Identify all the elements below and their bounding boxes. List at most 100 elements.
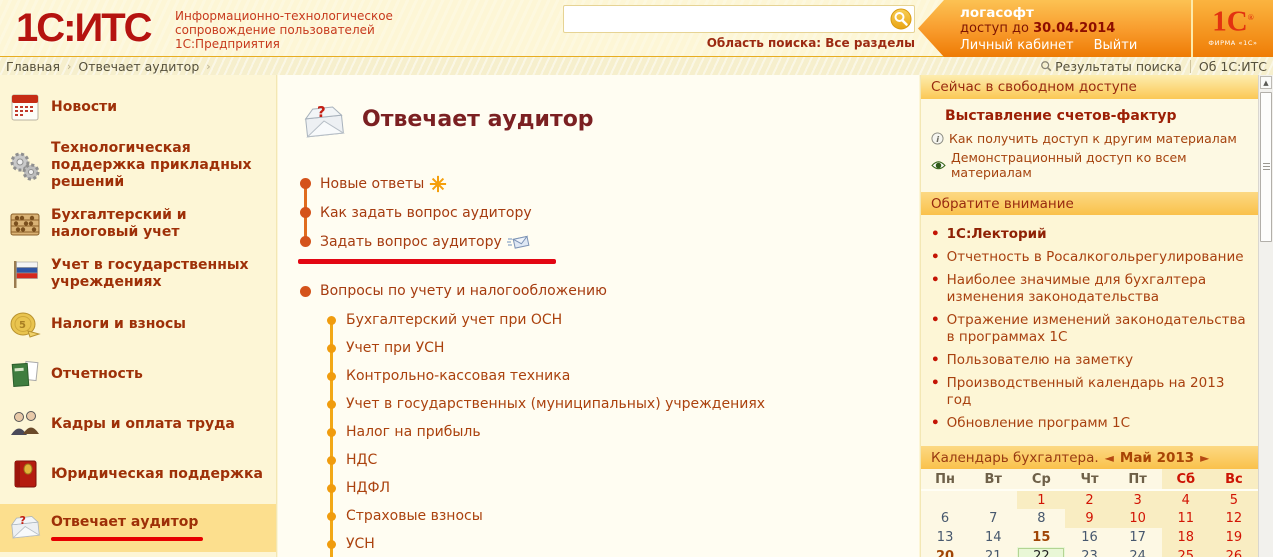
how-to-get-access-link[interactable]: i Как получить доступ к другим материала… (931, 131, 1248, 146)
calendar-day[interactable]: 18 (1161, 528, 1210, 547)
calendar-day-header: Пн (921, 469, 970, 491)
main-link-ask-question[interactable]: Задать вопрос аудитору (298, 227, 919, 256)
calendar-day[interactable]: 11 (1161, 509, 1210, 528)
calendar-month-label: Май 2013 (1119, 449, 1195, 466)
calendar-day[interactable]: 3 (1113, 490, 1162, 509)
calendar-day[interactable]: 20 (921, 547, 970, 557)
vertical-scrollbar[interactable]: ▲ (1258, 75, 1273, 557)
eye-icon (931, 160, 946, 171)
calendar-day[interactable]: 17 (1113, 528, 1162, 547)
calendar-day[interactable]: 4 (1161, 490, 1210, 509)
firm-1c-logo[interactable]: 1С® ФИРМА «1С» (1191, 0, 1273, 57)
svg-text:?: ? (317, 103, 326, 121)
search-input[interactable] (563, 5, 915, 33)
calendar-day[interactable]: 26 (1209, 547, 1258, 557)
site-tagline: Информационно-технологическое сопровожде… (175, 9, 393, 51)
calendar-day[interactable]: 13 (921, 528, 970, 547)
subtopic-link[interactable]: Бухгалтерский учет при ОСН (324, 306, 919, 334)
calendar-day[interactable]: 6 (921, 509, 970, 528)
emphasis-underline (298, 259, 556, 264)
search-area (563, 5, 915, 33)
search-scope-label[interactable]: Область поиска: Все разделы (563, 36, 915, 50)
access-expiry: доступ до 30.04.2014 (960, 21, 1116, 36)
subtopic-link[interactable]: Страховые взносы (324, 502, 919, 530)
attention-link[interactable]: • Отчетность в Росалкогольрегулирование (931, 249, 1248, 266)
user-name: логасофт (960, 5, 1034, 21)
calendar-day[interactable]: 21 (969, 547, 1018, 557)
calendar-day[interactable]: 16 (1065, 528, 1114, 547)
breadcrumb-current[interactable]: Отвечает аудитор (78, 59, 199, 74)
main-link-questions-section[interactable]: Вопросы по учету и налогообложению (298, 278, 919, 304)
calendar-day[interactable]: 19 (1209, 528, 1258, 547)
calendar-prev-button[interactable]: ◄ (1105, 451, 1114, 465)
main-link-new-answers[interactable]: Новые ответы (298, 169, 919, 198)
calendar-day[interactable]: 14 (969, 528, 1018, 547)
calendar-day[interactable]: 15 (1017, 528, 1066, 547)
sidebar-item-gov-accounting[interactable]: Учет в государственных учреждениях (0, 254, 276, 294)
sidebar-item-legal[interactable]: Юридическая поддержка (0, 454, 276, 494)
calendar-next-button[interactable]: ► (1200, 451, 1209, 465)
sidebar-item-label: Юридическая поддержка (51, 465, 263, 482)
scrollbar-grip (1263, 163, 1270, 171)
sidebar-item-tech-support[interactable]: Технологическая поддержка прикладных реш… (0, 137, 276, 194)
calendar-day[interactable]: 23 (1065, 547, 1114, 557)
sidebar-item-accounting[interactable]: Бухгалтерский и налоговый учет (0, 204, 276, 244)
sidebar-item-taxes[interactable]: 5 Налоги и взносы (0, 304, 276, 344)
scrollbar-thumb[interactable] (1260, 92, 1272, 242)
sidebar-item-hr-payroll[interactable]: Кадры и оплата труда (0, 404, 276, 444)
breadcrumb-home[interactable]: Главная (6, 59, 60, 74)
main-link-label[interactable]: Как задать вопрос аудитору (320, 205, 532, 221)
bullet: • (931, 272, 940, 288)
attention-link[interactable]: • 1С:Лекторий (931, 226, 1248, 243)
subtopic-link[interactable]: НДФЛ (324, 474, 919, 502)
attention-link[interactable]: • Пользователю на заметку (931, 352, 1248, 369)
about-link[interactable]: Об 1С:ИТС (1199, 59, 1267, 74)
calendar-day[interactable]: 12 (1209, 509, 1258, 528)
subtopic-list: Бухгалтерский учет при ОСН Учет при УСН Ко… (324, 306, 919, 557)
calendar-day[interactable]: 9 (1065, 509, 1114, 528)
subtopic-link[interactable]: Учет в государственных (муниципальных) у… (324, 390, 919, 418)
site-logo[interactable]: 1С:ИТС (16, 6, 153, 51)
sidebar-item-label: Бухгалтерский и налоговый учет (51, 207, 187, 240)
calendar-day[interactable]: 1 (1017, 490, 1066, 509)
calendar-day-today[interactable]: 22 (1017, 547, 1066, 557)
calendar-day[interactable]: 25 (1161, 547, 1210, 557)
site-header: 1С:ИТС Информационно-технологическое соп… (0, 0, 1273, 57)
calendar-day[interactable]: 24 (1113, 547, 1162, 557)
search-button[interactable] (890, 8, 912, 30)
bullet: • (931, 249, 940, 265)
send-icon (506, 233, 531, 250)
calendar-day[interactable]: 2 (1065, 490, 1114, 509)
sidebar-item-auditor[interactable]: ? Отвечает аудитор (0, 504, 276, 552)
sidebar-item-news[interactable]: Новости (0, 87, 276, 127)
subtopic-link[interactable]: Учет при УСН (324, 334, 919, 362)
attention-link[interactable]: • Производственный календарь на 2013 год (931, 375, 1248, 409)
subtopic-link[interactable]: Налог на прибыль (324, 418, 919, 446)
personal-cabinet-link[interactable]: Личный кабинет (960, 37, 1074, 55)
attention-link[interactable]: • Отражение изменений законодательства в … (931, 312, 1248, 346)
featured-free-link[interactable]: Выставление счетов-фактур (945, 108, 1248, 124)
subtopic-link[interactable]: УСН (324, 530, 919, 557)
scroll-up-button[interactable]: ▲ (1260, 76, 1272, 89)
main-link-label[interactable]: Новые ответы (320, 176, 424, 192)
attention-link[interactable]: • Обновление программ 1С (931, 415, 1248, 432)
subtopic-link[interactable]: Контрольно-кассовая техника (324, 362, 919, 390)
main-link-label[interactable]: Задать вопрос аудитору (320, 234, 502, 250)
attention-link[interactable]: • Наиболее значимые для бухгалтера измене… (931, 272, 1248, 306)
calendar-day[interactable]: 8 (1017, 509, 1066, 528)
calendar-day[interactable]: 7 (969, 509, 1018, 528)
sidebar-item-label: Новости (51, 98, 118, 115)
demo-access-link[interactable]: Демонстрационный доступ ко всем материал… (931, 150, 1248, 180)
calendar-day-header: Пт (1113, 469, 1162, 491)
sidebar-item-reporting[interactable]: Отчетность (0, 354, 276, 394)
calendar-day[interactable]: 10 (1113, 509, 1162, 528)
logout-link[interactable]: Выйти (1094, 37, 1138, 55)
search-results-link[interactable]: Результаты поиска (1040, 59, 1182, 74)
subtopic-link[interactable]: НДС (324, 446, 919, 474)
sidebar-item-label: Отвечает аудитор (51, 513, 199, 530)
svg-text:5: 5 (19, 320, 26, 331)
page-title: Отвечает аудитор (362, 106, 594, 132)
calendar-day[interactable]: 5 (1209, 490, 1258, 509)
abacus-icon (8, 207, 42, 241)
main-link-how-to-ask[interactable]: Как задать вопрос аудитору (298, 198, 919, 227)
